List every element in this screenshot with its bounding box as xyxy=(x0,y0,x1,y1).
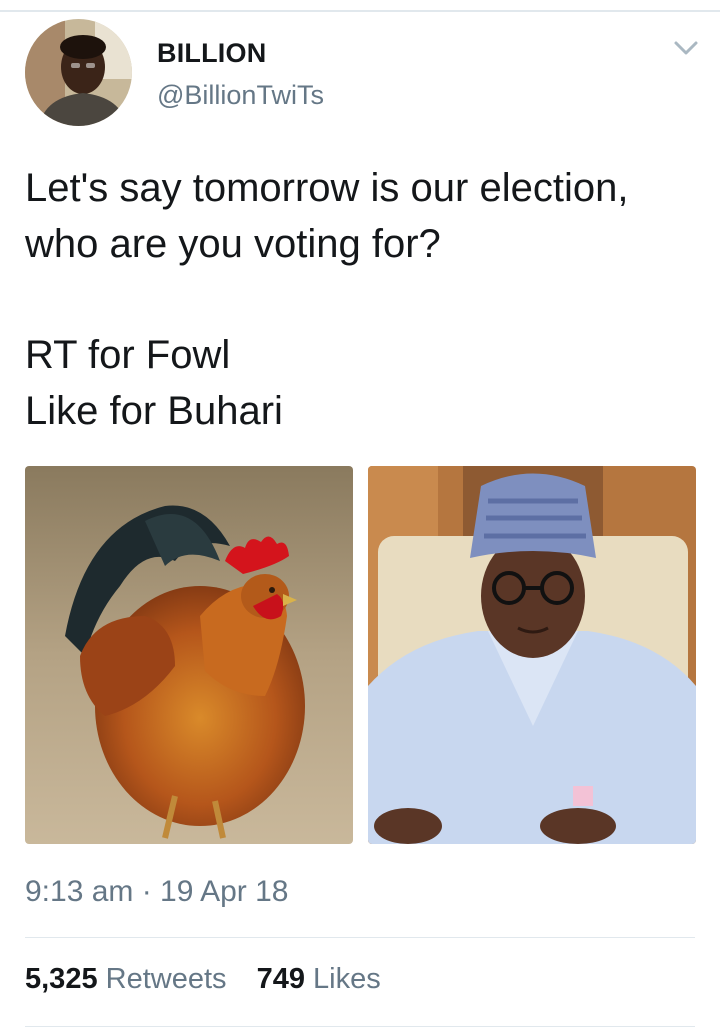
retweets-label: Retweets xyxy=(105,963,227,995)
likes-count: 749 xyxy=(256,963,305,995)
tweet-line: Like for Buhari xyxy=(25,389,283,433)
tweet-line: RT for Fowl xyxy=(25,333,231,377)
tweet-line: who are you voting for? xyxy=(25,222,441,266)
rooster-photo xyxy=(25,466,353,844)
avatar-image xyxy=(25,19,132,126)
avatar[interactable] xyxy=(25,19,132,126)
media-image-rooster[interactable] xyxy=(25,466,353,844)
tweet-timestamp[interactable]: 9:13 am · 19 Apr 18 xyxy=(25,875,289,909)
chevron-down-icon[interactable] xyxy=(672,38,700,58)
top-divider xyxy=(0,10,720,12)
likes-label: Likes xyxy=(313,963,381,995)
divider xyxy=(25,1026,695,1027)
retweets-count: 5,325 xyxy=(25,963,98,995)
tweet-line: Let's say tomorrow is our election, xyxy=(25,166,629,210)
user-handle[interactable]: @BillionTwiTs xyxy=(157,80,324,111)
media-image-buhari[interactable] xyxy=(368,466,696,844)
engagement-stats: 5,325 Retweets 749 Likes xyxy=(25,963,381,996)
likes-stat[interactable]: 749 Likes xyxy=(257,963,381,996)
man-in-cap-photo xyxy=(368,466,696,844)
display-name[interactable]: BILLION xyxy=(157,38,266,69)
tweet-text: Let's say tomorrow is our election, who … xyxy=(25,160,705,439)
retweets-stat[interactable]: 5,325 Retweets xyxy=(25,963,227,996)
divider xyxy=(25,937,695,938)
